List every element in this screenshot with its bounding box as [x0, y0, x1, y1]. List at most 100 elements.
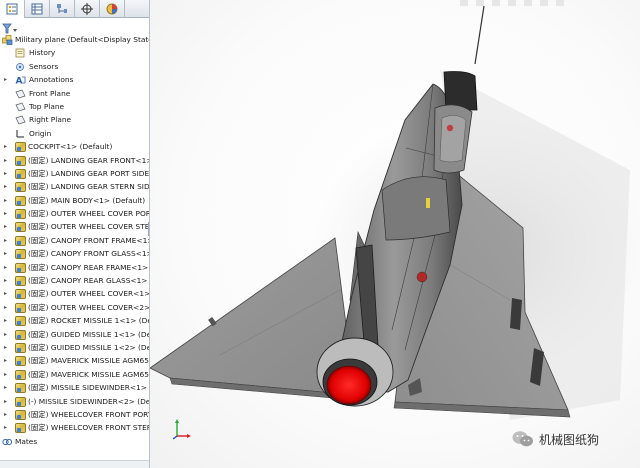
tree-component-row[interactable]: ▸ (固定) WHEELCOVER FRONT PORT	[0, 408, 149, 421]
tree-component-row[interactable]: ▸ (固定) OUTER WHEEL COVER POR	[0, 207, 149, 220]
tree-plane-front[interactable]: Front Plane	[0, 87, 149, 100]
component-list: ▸ COCKPIT<1> (Default) ▸ (固定) LANDING GEAR …	[0, 140, 150, 435]
part-icon	[15, 316, 26, 327]
feature-manager-panel: Military plane (Default<Display State- H…	[0, 0, 150, 468]
expand-chevron-icon[interactable]: ▸	[4, 180, 10, 193]
air-intake	[381, 176, 451, 241]
tree-plane-top[interactable]: Top Plane	[0, 100, 149, 113]
tree-component-row[interactable]: ▸ (固定) LANDING GEAR STERN SIDE	[0, 180, 149, 193]
part-icon	[15, 409, 26, 420]
expand-chevron-icon[interactable]: ▸	[4, 301, 10, 314]
tree-component-row[interactable]: ▸ (固定) MAVERICK MISSILE AGM65	[0, 354, 149, 367]
tree-component-row[interactable]: ▸ (固定) LANDING GEAR FRONT<1>	[0, 154, 150, 167]
assembly-icon	[2, 35, 13, 45]
expand-chevron-icon[interactable]: ▸	[4, 73, 10, 86]
tree-component-row[interactable]: ▸ (固定) CANOPY FRONT GLASS<1>	[0, 247, 149, 260]
tree-component-row[interactable]: ▸ (固定) OUTER WHEEL COVER<2>	[0, 301, 149, 314]
tree-folder-label: Right Plane	[29, 115, 72, 125]
tree-folder-label: Top Plane	[29, 101, 65, 111]
tree-component-row[interactable]: ▸ (-) MISSILE SIDEWINDER<2> (De	[0, 395, 149, 408]
part-icon	[15, 235, 26, 246]
tab-property-manager[interactable]	[25, 0, 50, 18]
part-icon	[15, 423, 26, 434]
expand-chevron-icon[interactable]: ▸	[4, 274, 10, 287]
tree-component-row[interactable]: ▸ (固定) CANOPY FRONT FRAME<1>	[0, 234, 150, 247]
tab-dimxpert-manager[interactable]	[75, 0, 100, 18]
tree-plane-right[interactable]: Right Plane	[0, 113, 149, 126]
tab-configuration-manager[interactable]	[50, 0, 75, 18]
configuration-manager-icon	[57, 4, 67, 13]
expand-chevron-icon[interactable]: ▸	[4, 140, 10, 153]
roundel	[416, 271, 428, 283]
expand-chevron-icon[interactable]: ▸	[4, 234, 10, 247]
graphics-area[interactable]: 机械图纸狗	[150, 0, 640, 468]
tree-folder-history[interactable]: History	[0, 46, 149, 59]
tree-component-label: (固定) OUTER WHEEL COVER STER	[28, 222, 150, 232]
plane-icon	[15, 102, 26, 112]
military-plane-model[interactable]	[150, 0, 640, 468]
tree-component-row[interactable]: ▸ (固定) MAIN BODY<1> (Default)	[0, 194, 149, 207]
tree-component-row[interactable]: ▸ (固定) MAVERICK MISSILE AGM65	[0, 368, 149, 381]
right-wing-missile	[510, 298, 522, 330]
tree-component-row[interactable]: ▸ COCKPIT<1> (Default)	[0, 140, 149, 153]
tree-filter[interactable]	[2, 20, 22, 34]
expand-chevron-icon[interactable]: ▸	[4, 154, 10, 167]
expand-chevron-icon[interactable]: ▸	[4, 194, 10, 207]
tree-component-row[interactable]: ▸ (固定) LANDING GEAR PORT SIDE	[0, 167, 149, 180]
expand-chevron-icon[interactable]: ▸	[4, 381, 10, 394]
tree-component-row[interactable]: ▸ (固定) GUIDED MISSILE 1<1> (De	[0, 328, 150, 341]
tree-mates-label: Mates	[15, 436, 38, 446]
display-manager-icon	[106, 3, 118, 15]
tree-component-row[interactable]: ▸ (固定) ROCKET MISSILE 1<1> (De	[0, 314, 149, 327]
part-icon	[15, 262, 26, 273]
part-icon	[15, 209, 26, 220]
tree-folder-sensors[interactable]: Sensors	[0, 60, 149, 73]
plane-icon	[15, 89, 26, 99]
tree-component-row[interactable]: ▸ (固定) WHEELCOVER FRONT STER	[0, 421, 149, 434]
expand-chevron-icon[interactable]: ▸	[4, 328, 10, 341]
tree-root-label: Military plane (Default<Display State-	[15, 35, 150, 44]
expand-chevron-icon[interactable]: ▸	[4, 368, 10, 381]
expand-chevron-icon[interactable]: ▸	[4, 421, 10, 434]
tree-mates[interactable]: Mates	[0, 435, 149, 448]
tab-feature-manager[interactable]	[0, 0, 25, 18]
tree-component-label: COCKPIT<1> (Default)	[28, 142, 113, 152]
part-icon	[15, 142, 26, 153]
tree-origin[interactable]: Origin	[0, 127, 149, 140]
expand-chevron-icon[interactable]: ▸	[4, 207, 10, 220]
tree-folder-label: Front Plane	[29, 88, 71, 98]
tree-component-label: (固定) CANOPY FRONT FRAME<1>	[28, 235, 150, 245]
expand-chevron-icon[interactable]: ▸	[4, 247, 10, 260]
part-icon	[15, 276, 26, 287]
tree-component-row[interactable]: ▸ (固定) OUTER WHEEL COVER STER	[0, 220, 150, 233]
tree-folder-label: Annotations	[29, 75, 74, 85]
expand-chevron-icon[interactable]: ▸	[4, 408, 10, 421]
expand-chevron-icon[interactable]: ▸	[4, 220, 10, 233]
tree-component-row[interactable]: ▸ (固定) GUIDED MISSILE 1<2> (De	[0, 341, 149, 354]
tree-component-row[interactable]: ▸ (固定) MISSILE SIDEWINDER<1> (	[0, 381, 149, 394]
part-icon	[15, 182, 26, 193]
expand-chevron-icon[interactable]: ▸	[4, 341, 10, 354]
tree-root-assembly[interactable]: Military plane (Default<Display State-	[0, 33, 150, 46]
expand-chevron-icon[interactable]: ▸	[4, 354, 10, 367]
expand-chevron-icon[interactable]: ▸	[4, 287, 10, 300]
tree-folder-label: Origin	[29, 128, 52, 138]
tree-component-row[interactable]: ▸ (固定) CANOPY REAR FRAME<1>	[0, 261, 149, 274]
part-icon	[15, 168, 26, 179]
expand-chevron-icon[interactable]: ▸	[4, 395, 10, 408]
tab-display-manager[interactable]	[100, 0, 125, 18]
tree-component-label: (固定) LANDING GEAR FRONT<1>	[28, 155, 150, 165]
part-icon	[15, 222, 26, 233]
tree-folder-label: Sensors	[29, 61, 59, 71]
plane-icon	[15, 115, 26, 125]
tree-folder-annotations[interactable]: ▸ A Annotations	[0, 73, 149, 87]
expand-chevron-icon[interactable]: ▸	[4, 314, 10, 327]
expand-chevron-icon[interactable]: ▸	[4, 261, 10, 274]
tree-component-label: (固定) GUIDED MISSILE 1<1> (De	[28, 329, 150, 339]
part-icon	[15, 249, 26, 260]
tree-component-row[interactable]: ▸ (固定) OUTER WHEEL COVER<1>	[0, 287, 149, 300]
panel-horizontal-scrollbar[interactable]	[0, 460, 149, 468]
tree-component-row[interactable]: ▸ (固定) CANOPY REAR GLASS<1> (	[0, 274, 149, 287]
part-icon	[15, 342, 26, 353]
expand-chevron-icon[interactable]: ▸	[4, 167, 10, 180]
